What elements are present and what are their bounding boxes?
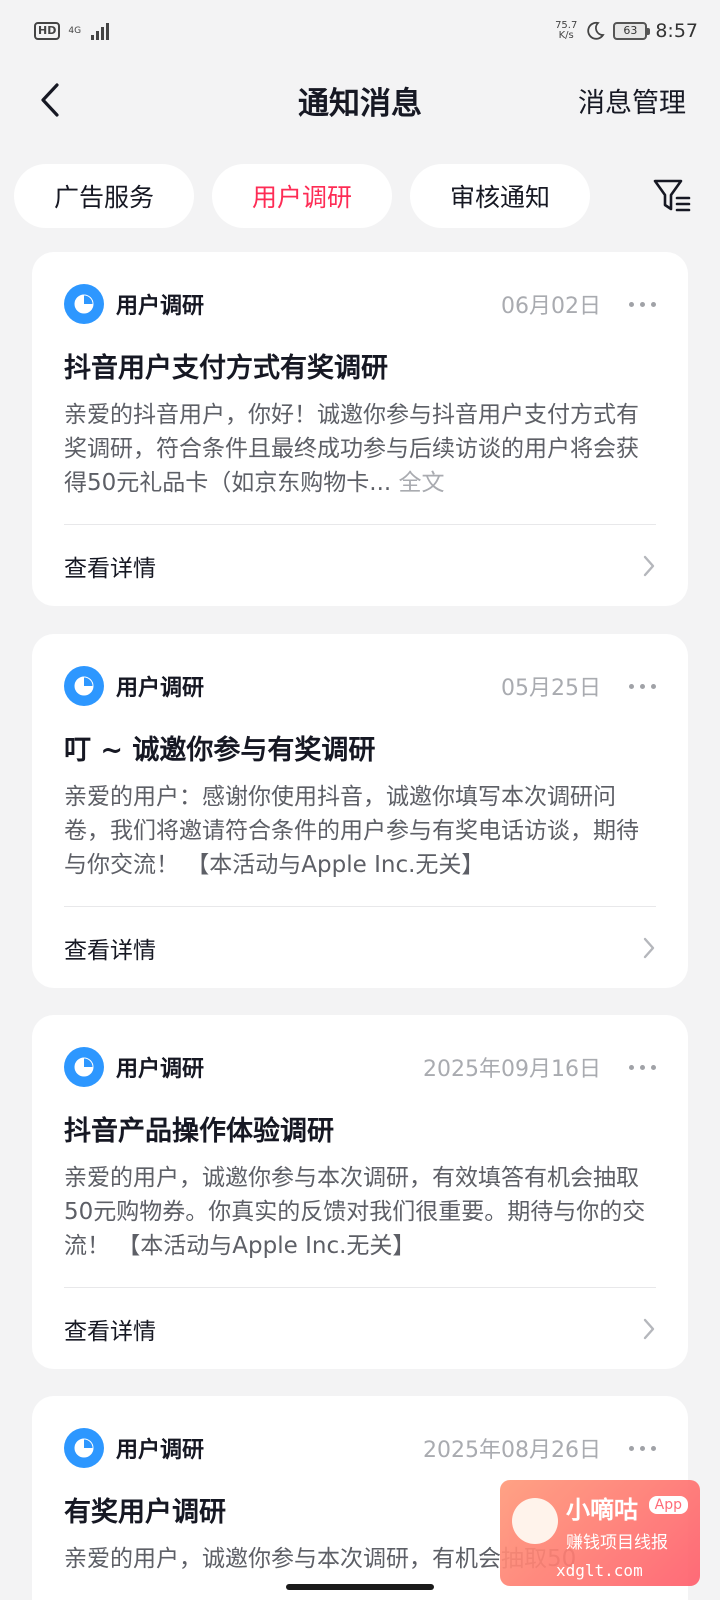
tab-ad-service[interactable]: 广告服务 xyxy=(14,164,194,228)
more-dots-icon[interactable] xyxy=(629,1445,656,1451)
message-card[interactable]: 用户调研 06月02日 抖音用户支付方式有奖调研 亲爱的抖音用户，你好！诚邀你参… xyxy=(32,252,688,606)
watermark-app-tag: App xyxy=(648,1496,688,1514)
status-left: HD 4G xyxy=(34,22,110,40)
tab-user-research[interactable]: 用户调研 xyxy=(212,164,392,228)
hd-badge: HD xyxy=(34,22,61,40)
watermark-slogan: 赚钱项目线报 xyxy=(566,1533,668,1553)
message-manage-button[interactable]: 消息管理 xyxy=(578,81,686,120)
message-card[interactable]: 用户调研 05月25日 叮 ~ 诚邀你参与有奖调研 亲爱的用户：感谢你使用抖音，… xyxy=(32,634,688,988)
network-type: 4G xyxy=(68,25,82,36)
card-date: 05月25日 xyxy=(501,676,601,701)
card-body: 亲爱的用户，诚邀你参与本次调研，有效填答有机会抽取50元购物券。你真实的反馈对我… xyxy=(64,1161,660,1263)
pie-chart-icon xyxy=(64,1047,104,1087)
card-source: 用户调研 xyxy=(116,1057,205,1082)
speed-unit: K/s xyxy=(558,30,574,41)
view-details-row[interactable]: 查看详情 xyxy=(64,907,656,988)
card-header: 用户调研 06月02日 xyxy=(64,284,656,324)
chevron-left-icon xyxy=(41,83,59,117)
tab-review-notice[interactable]: 审核通知 xyxy=(410,164,590,228)
view-details-row[interactable]: 查看详情 xyxy=(64,1288,656,1369)
nav-header: 通知消息 消息管理 xyxy=(0,62,720,138)
card-source: 用户调研 xyxy=(116,676,205,701)
chevron-right-icon xyxy=(643,937,655,959)
mascot-icon xyxy=(512,1498,558,1544)
home-gesture-bar[interactable] xyxy=(286,1584,434,1590)
card-header: 用户调研 2025年08月26日 xyxy=(64,1428,656,1468)
card-body: 亲爱的用户：感谢你使用抖音，诚邀你填写本次调研问卷，我们将邀请符合条件的用户参与… xyxy=(64,780,660,882)
watermark-badge: 小嘀咕 App 赚钱项目线报 xdglt.com xyxy=(500,1480,700,1586)
moon-icon xyxy=(587,21,605,40)
filter-button[interactable] xyxy=(650,174,694,218)
more-dots-icon[interactable] xyxy=(629,301,656,307)
card-date: 06月02日 xyxy=(501,294,601,319)
card-source: 用户调研 xyxy=(116,294,205,319)
card-source: 用户调研 xyxy=(116,1438,205,1463)
more-dots-icon[interactable] xyxy=(629,1064,656,1070)
signal-icon xyxy=(91,22,110,40)
category-tabs: 广告服务 用户调研 审核通知 xyxy=(14,164,590,228)
status-right: 75.7 K/s 63 8:57 xyxy=(555,20,698,42)
status-bar: HD 4G 75.7 K/s 63 8:57 xyxy=(0,0,720,62)
card-body: 亲爱的抖音用户，你好！诚邀你参与抖音用户支付方式有奖调研，符合条件且最终成功参与… xyxy=(64,398,660,500)
page-title: 通知消息 xyxy=(298,85,422,122)
view-details-label: 查看详情 xyxy=(64,1319,156,1345)
message-card[interactable]: 用户调研 2025年09月16日 抖音产品操作体验调研 亲爱的用户，诚邀你参与本… xyxy=(32,1015,688,1369)
card-header: 用户调研 2025年09月16日 xyxy=(64,1047,656,1087)
view-details-row[interactable]: 查看详情 xyxy=(64,525,656,606)
card-body-text: 亲爱的用户，诚邀你参与本次调研，有效填答有机会抽取50元购物券。你真实的反馈对我… xyxy=(64,1165,646,1259)
pie-chart-icon xyxy=(64,284,104,324)
battery-icon: 63 xyxy=(613,22,651,40)
pie-chart-icon xyxy=(64,666,104,706)
view-details-label: 查看详情 xyxy=(64,938,156,964)
card-date: 2025年08月26日 xyxy=(423,1438,601,1463)
filter-icon xyxy=(653,179,691,212)
chevron-right-icon xyxy=(643,555,655,577)
card-body-text: 亲爱的抖音用户，你好！诚邀你参与抖音用户支付方式有奖调研，符合条件且最终成功参与… xyxy=(64,402,639,496)
view-details-label: 查看详情 xyxy=(64,556,156,582)
watermark-name: 小嘀咕 xyxy=(566,1496,638,1524)
pie-chart-icon xyxy=(64,1428,104,1468)
status-time: 8:57 xyxy=(655,20,698,42)
card-body-text: 亲爱的用户：感谢你使用抖音，诚邀你填写本次调研问卷，我们将邀请符合条件的用户参与… xyxy=(64,784,639,878)
card-date: 2025年09月16日 xyxy=(423,1057,601,1082)
back-button[interactable] xyxy=(30,80,70,120)
card-title: 叮 ~ 诚邀你参与有奖调研 xyxy=(64,735,376,766)
card-header: 用户调研 05月25日 xyxy=(64,666,656,706)
card-title: 抖音用户支付方式有奖调研 xyxy=(64,353,388,384)
watermark-url: xdglt.com xyxy=(556,1561,643,1580)
full-text-link[interactable]: 全文 xyxy=(399,470,445,496)
more-dots-icon[interactable] xyxy=(629,683,656,689)
network-speed: 75.7 K/s xyxy=(555,21,577,41)
card-title: 抖音产品操作体验调研 xyxy=(64,1116,334,1147)
chevron-right-icon xyxy=(643,1318,655,1340)
